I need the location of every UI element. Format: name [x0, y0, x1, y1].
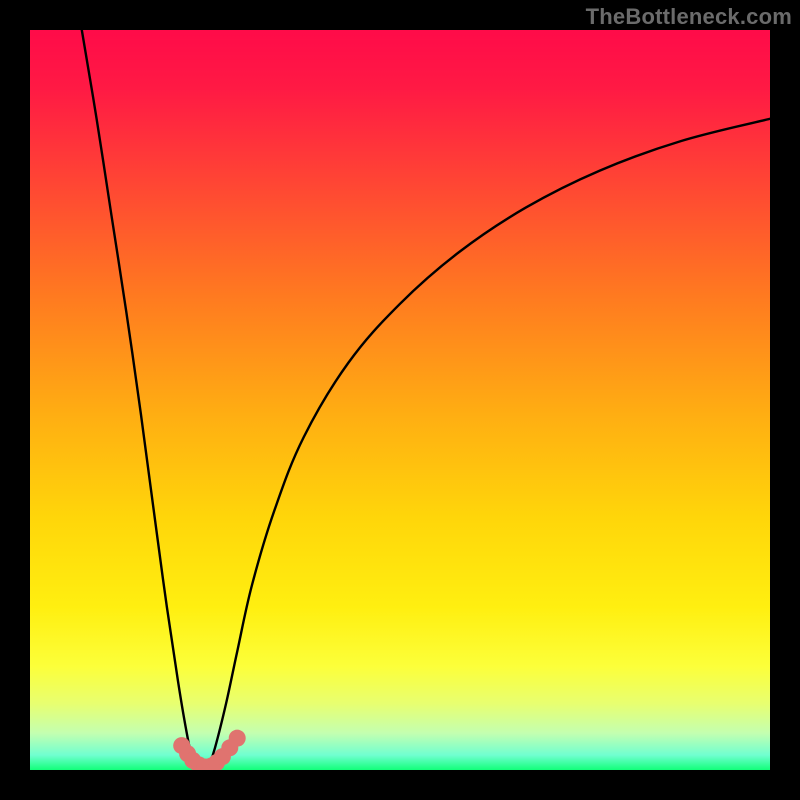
- marker-dot: [229, 730, 246, 747]
- watermark-text: TheBottleneck.com: [586, 4, 792, 30]
- curve-lines: [82, 30, 770, 770]
- bottom-marker-dots: [173, 730, 246, 770]
- chart-frame: TheBottleneck.com: [0, 0, 800, 800]
- bottleneck-curve: [30, 30, 770, 770]
- plot-area: [30, 30, 770, 770]
